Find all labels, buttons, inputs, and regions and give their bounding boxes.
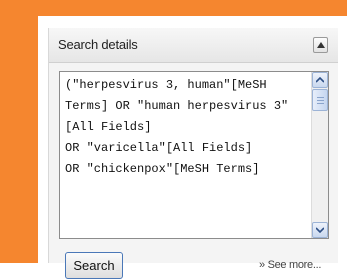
chevron-up-icon (316, 77, 324, 83)
orange-frame-top (0, 0, 347, 16)
search-button[interactable]: Search (65, 252, 123, 279)
orange-frame-left (0, 0, 38, 263)
see-more-link[interactable]: » See more... (259, 259, 321, 271)
query-text: ("herpesvirus 3, human"[MeSH Terms] OR "… (65, 78, 289, 176)
scroll-down-button[interactable] (312, 222, 328, 238)
search-details-panel: Search details ("herpesvirus 3, human"[M… (48, 28, 338, 279)
query-textarea[interactable]: ("herpesvirus 3, human"[MeSH Terms] OR "… (59, 71, 329, 239)
scrollbar-thumb[interactable] (312, 89, 328, 111)
triangle-up-icon (317, 42, 325, 48)
chevron-down-icon (316, 227, 324, 233)
collapse-button[interactable] (313, 37, 328, 53)
scroll-up-button[interactable] (312, 72, 328, 88)
panel-header: Search details (49, 28, 338, 63)
vertical-scrollbar[interactable] (311, 72, 328, 238)
panel-title: Search details (58, 37, 138, 52)
